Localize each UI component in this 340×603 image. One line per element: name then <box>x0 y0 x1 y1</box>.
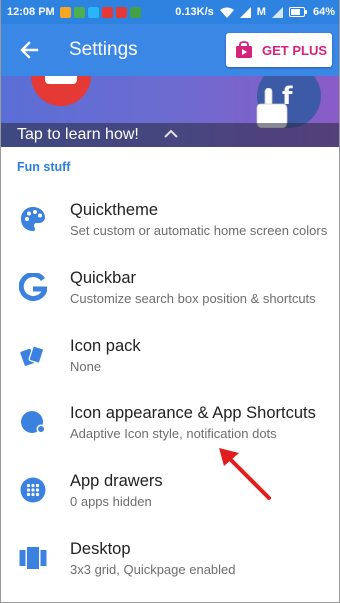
network-speed: 0.13K/s <box>175 6 214 18</box>
shopping-bag-icon <box>236 41 252 58</box>
item-subtitle: Set custom or automatic home screen colo… <box>70 223 328 238</box>
wifi-icon <box>219 7 234 18</box>
youtube-icon <box>101 6 113 18</box>
status-bar: 12:08 PM 0.13K/s M 64% <box>1 0 339 24</box>
item-subtitle: 3x3 grid, Quickpage enabled <box>70 562 236 577</box>
icon-appearance-icon <box>21 411 46 434</box>
app-bar: Settings GET PLUS <box>1 24 339 76</box>
battery-percent: 64% <box>312 6 335 18</box>
settings-item-app-drawers[interactable]: App drawers 0 apps hidden <box>1 472 339 538</box>
desktop-icon <box>19 547 47 569</box>
whatsapp-icon <box>73 6 85 18</box>
item-title: Desktop <box>70 540 131 558</box>
settings-item-quicktheme[interactable]: Quicktheme Set custom or automatic home … <box>1 201 339 267</box>
item-subtitle: 0 apps hidden <box>70 494 152 509</box>
section-header-fun-stuff: Fun stuff <box>17 160 71 174</box>
battery-icon <box>288 7 307 17</box>
tap-to-learn-bar[interactable]: Tap to learn how! <box>1 123 339 147</box>
notification-app-icon <box>115 6 127 18</box>
item-subtitle: Adaptive Icon style, notification dots <box>70 426 277 441</box>
item-title: Quicktheme <box>70 201 159 219</box>
tap-to-learn-text: Tap to learn how! <box>17 126 139 143</box>
google-g-icon <box>19 273 47 301</box>
item-title: Quickbar <box>70 269 137 287</box>
signal-icon <box>271 6 283 18</box>
settings-item-icon-appearance[interactable]: Icon appearance & App Shortcuts Adaptive… <box>1 404 339 470</box>
settings-item-icon-pack[interactable]: Icon pack None <box>1 337 339 403</box>
notification-app-icon <box>129 6 141 18</box>
notification-app-icon <box>59 6 71 18</box>
status-time: 12:08 PM <box>7 6 55 18</box>
pointing-hand-icon <box>256 88 288 128</box>
youtube-play-shape <box>45 76 77 84</box>
settings-item-quickbar[interactable]: Quickbar Customize search box position &… <box>1 269 339 335</box>
palette-icon <box>21 207 45 231</box>
signal-icon <box>239 6 251 18</box>
item-title: App drawers <box>70 472 163 490</box>
get-plus-button[interactable]: GET PLUS <box>226 33 332 67</box>
status-right: 0.13K/s M 64% <box>175 6 335 18</box>
back-arrow-icon[interactable] <box>15 36 43 64</box>
page-title: Settings <box>69 39 138 60</box>
icon-pack-icon <box>20 345 45 366</box>
notification-app-icon <box>87 6 99 18</box>
chevron-up-icon[interactable] <box>163 128 179 140</box>
status-notification-icons <box>59 6 141 18</box>
screen: 12:08 PM 0.13K/s M 64% Settings GET PLUS… <box>0 0 340 603</box>
item-subtitle: Customize search box position & shortcut… <box>70 291 316 306</box>
app-drawer-icon <box>20 477 46 503</box>
item-subtitle: None <box>70 359 102 374</box>
settings-item-desktop[interactable]: Desktop 3x3 grid, Quickpage enabled <box>1 540 339 602</box>
carrier-label: M <box>256 6 266 18</box>
tutorial-banner[interactable]: f Tap to learn how! <box>1 76 339 147</box>
annotation-arrow <box>219 448 271 500</box>
item-title: Icon pack <box>70 337 141 355</box>
get-plus-label: GET PLUS <box>262 42 328 58</box>
item-title: Icon appearance & App Shortcuts <box>70 404 316 422</box>
